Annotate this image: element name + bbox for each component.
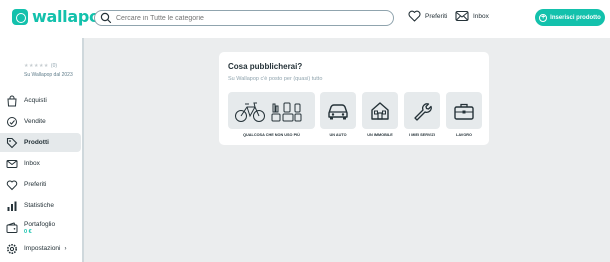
wrench-icon xyxy=(414,102,432,121)
sidebar-item-label: Impostazioni xyxy=(24,245,61,252)
sidebar-item-label: Statistiche xyxy=(24,202,54,209)
chevron-right-icon: › xyxy=(64,245,67,252)
sidebar-item-prodotti[interactable]: Prodotti xyxy=(0,133,81,152)
sidebar-item-label: Vendite xyxy=(24,118,46,125)
option-label: I MIEI SERVIZI xyxy=(409,133,435,137)
sidebar-item-impostazioni[interactable]: Impostazioni › xyxy=(0,239,81,258)
shopping-bag-icon xyxy=(7,95,17,106)
favorites-link[interactable]: Preferiti xyxy=(408,10,447,22)
option-tile[interactable] xyxy=(404,92,440,129)
search-icon xyxy=(100,12,112,24)
sidebar-item-statistiche[interactable]: Statistiche xyxy=(0,196,81,215)
sidebar-item-label: Prodotti xyxy=(24,139,49,146)
member-since: Su Wallapop dal 2023 xyxy=(24,72,73,78)
option-tile[interactable] xyxy=(228,92,315,129)
search-input[interactable] xyxy=(116,14,386,22)
wallet-balance: 0 € xyxy=(24,228,32,235)
upload-product-label: Inserisci prodotto xyxy=(550,14,601,21)
sidebar-item-acquisti[interactable]: Acquisti xyxy=(0,91,81,110)
option-label: LAVORO xyxy=(456,133,472,137)
house-icon xyxy=(371,101,389,120)
search-bar[interactable] xyxy=(94,10,394,26)
option-consumer-goods[interactable]: QUALCOSA CHE NON USO PIÙ xyxy=(228,92,315,142)
top-bar: wallapop Preferiti Inbox + Inserisci pro… xyxy=(0,0,610,38)
option-property[interactable]: UN IMMOBILE xyxy=(362,92,398,142)
wallet-icon xyxy=(6,221,18,233)
sales-icon xyxy=(7,116,17,127)
rating-count: (0) xyxy=(50,63,58,69)
heart-icon xyxy=(408,10,421,22)
rating-stars: ★★★★★ xyxy=(24,63,49,69)
gear-icon xyxy=(7,243,17,254)
user-rating: ★★★★★ (0) xyxy=(24,63,57,69)
inbox-link[interactable]: Inbox xyxy=(455,10,489,22)
option-job[interactable]: LAVORO xyxy=(446,92,482,142)
sidebar-item-label: Portafoglio xyxy=(24,220,56,228)
sidebar-item-inbox[interactable]: Inbox xyxy=(0,154,81,173)
mail-icon xyxy=(455,10,469,22)
favorites-label: Preferiti xyxy=(425,12,448,20)
car-icon xyxy=(328,103,348,119)
sidebar-item-label: Inbox xyxy=(24,160,40,167)
option-label: QUALCOSA CHE NON USO PIÙ xyxy=(243,133,300,137)
bar-chart-icon xyxy=(7,201,17,211)
option-car[interactable]: UN AUTO xyxy=(320,92,356,142)
option-tile[interactable] xyxy=(362,92,398,129)
upload-category-card: Cosa pubblicherai? Su Wallapop c'è posto… xyxy=(219,52,489,145)
option-tile[interactable] xyxy=(446,92,482,129)
wallapop-logo-icon xyxy=(12,9,28,25)
upload-product-button[interactable]: + Inserisci prodotto xyxy=(535,9,605,26)
option-label: UN AUTO xyxy=(329,133,347,137)
sidebar-item-label: Acquisti xyxy=(24,97,47,104)
briefcase-icon xyxy=(454,103,474,120)
card-subtitle: Su Wallapop c'è posto per (quasi) tutto xyxy=(228,76,323,82)
tag-icon xyxy=(6,137,18,148)
bike-and-items-icon xyxy=(234,102,301,122)
inbox-label: Inbox xyxy=(473,12,489,20)
option-label: UN IMMOBILE xyxy=(367,133,393,137)
plus-icon: + xyxy=(539,13,548,22)
option-tile[interactable] xyxy=(320,92,356,129)
sidebar: ★★★★★ (0) Su Wallapop dal 2023 Acquisti V… xyxy=(0,38,84,262)
option-services[interactable]: I MIEI SERVIZI xyxy=(404,92,440,142)
mail-icon xyxy=(6,159,18,168)
card-title: Cosa pubblicherai? xyxy=(228,62,303,71)
heart-icon xyxy=(6,179,18,190)
sidebar-item-vendite[interactable]: Vendite xyxy=(0,112,81,131)
sidebar-item-portafoglio[interactable]: Portafoglio 0 € xyxy=(0,217,81,238)
sidebar-item-label: Preferiti xyxy=(24,181,47,188)
sidebar-item-preferiti[interactable]: Preferiti xyxy=(0,175,81,194)
